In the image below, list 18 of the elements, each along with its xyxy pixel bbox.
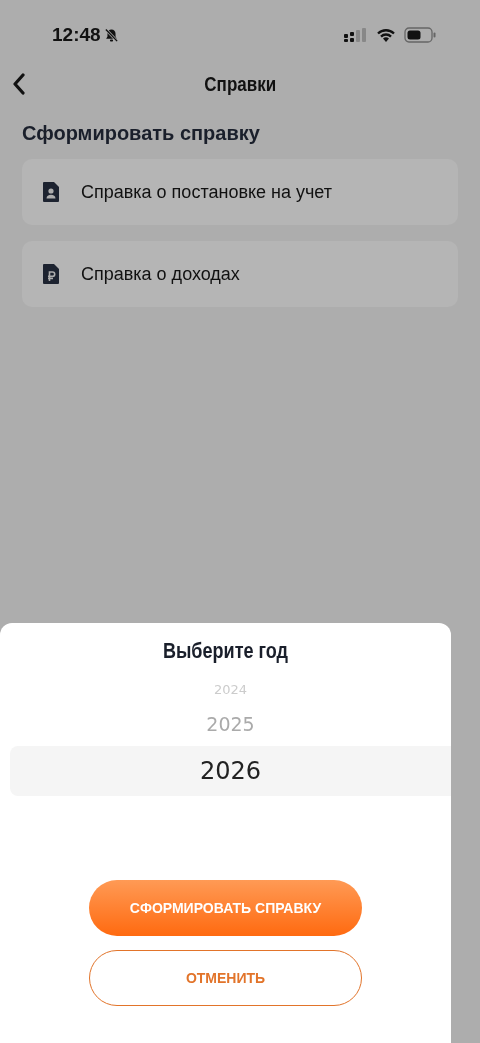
cancel-button[interactable]: ОТМЕНИТЬ — [89, 950, 362, 1006]
clock-time: 12:48 — [52, 24, 101, 46]
section-heading: Сформировать справку — [22, 122, 261, 145]
person-document-icon — [43, 182, 59, 202]
back-button[interactable] — [12, 73, 26, 95]
generate-button[interactable]: СФОРМИРОВАТЬ СПРАВКУ — [89, 880, 362, 936]
card-label: Справка о постановке на учет — [81, 181, 333, 203]
screen-title: Справки — [204, 72, 276, 96]
certificate-card[interactable]: Справка о постановке на учет — [22, 159, 458, 225]
ruble-document-icon — [43, 264, 59, 284]
sheet-title: Выберите год — [161, 638, 290, 664]
selected-year-row[interactable]: 2026 — [10, 746, 451, 796]
year-option[interactable]: 2025 — [10, 702, 451, 746]
card-label: Справка о доходах — [81, 263, 240, 285]
battery-icon — [404, 27, 436, 43]
signal-icon — [344, 28, 368, 42]
wifi-icon — [376, 27, 396, 43]
certificate-card[interactable]: Справка о доходах — [22, 241, 458, 307]
